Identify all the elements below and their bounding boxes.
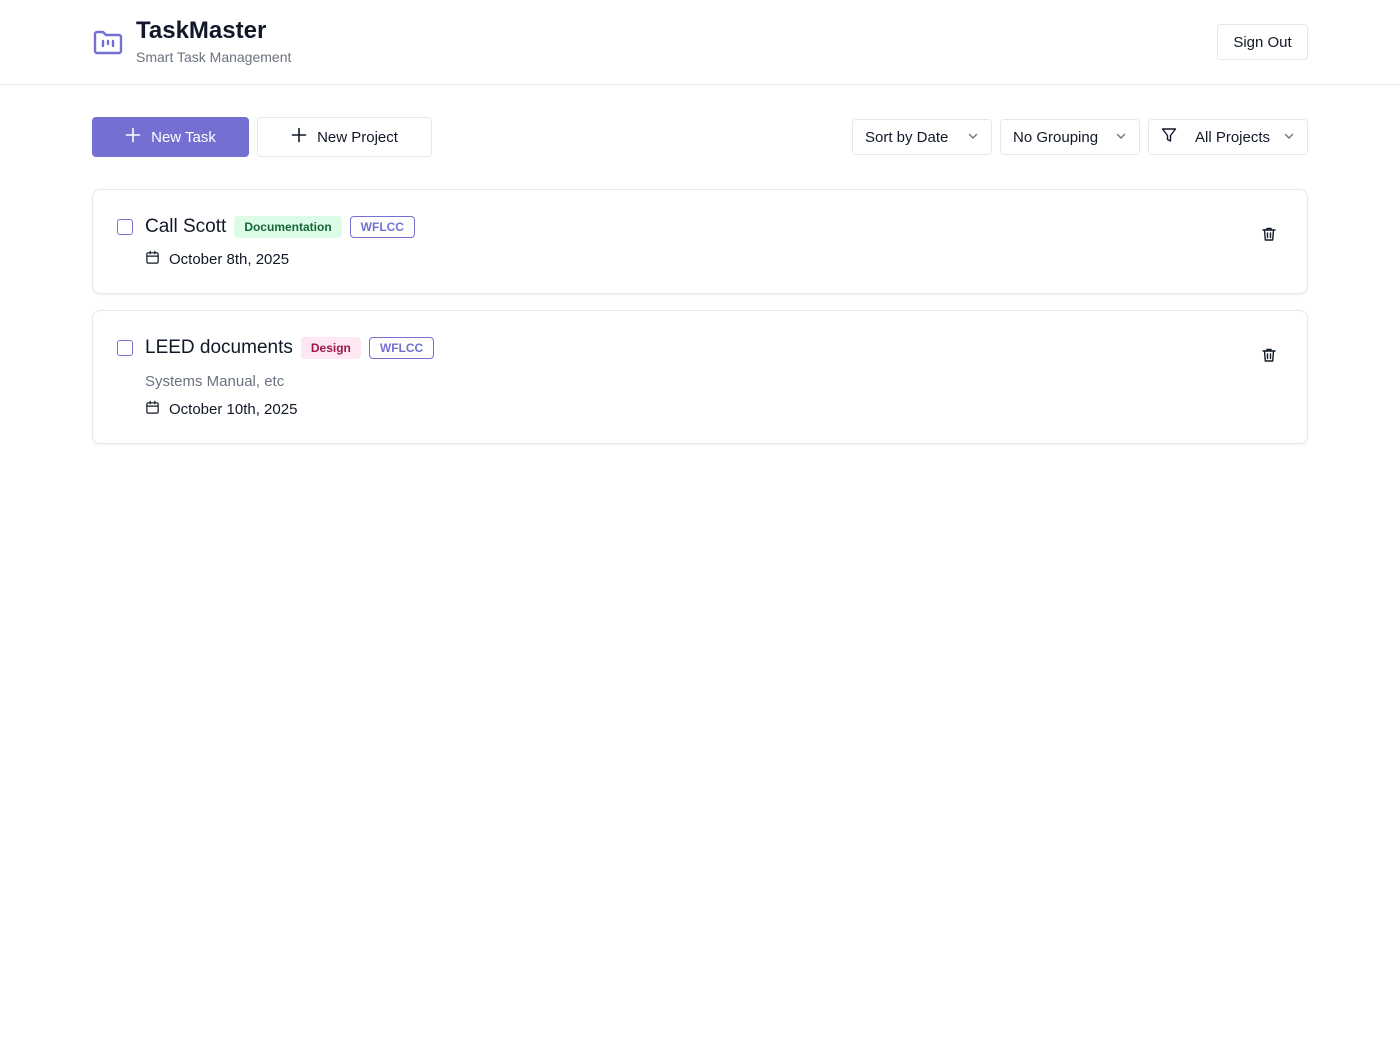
- task-list: Call Scott Documentation WFLCC October 8…: [0, 189, 1400, 444]
- app-header: TaskMaster Smart Task Management Sign Ou…: [0, 0, 1400, 85]
- project-filter-select[interactable]: All Projects: [1148, 119, 1308, 155]
- task-complete-checkbox[interactable]: [117, 340, 133, 356]
- sort-select-value: Sort by Date: [865, 128, 949, 146]
- calendar-icon: [145, 400, 160, 419]
- calendar-icon: [145, 250, 160, 269]
- task-complete-checkbox[interactable]: [117, 219, 133, 235]
- task-date-text: October 8th, 2025: [169, 251, 290, 268]
- task-title: LEED documents: [145, 337, 293, 358]
- task-due-date: October 8th, 2025: [145, 250, 1283, 269]
- brand: TaskMaster Smart Task Management: [92, 17, 291, 67]
- sort-select[interactable]: Sort by Date: [852, 119, 992, 155]
- filter-icon: [1161, 127, 1177, 147]
- chevron-down-icon: [1115, 129, 1127, 146]
- task-title: Call Scott: [145, 216, 227, 237]
- task-card: LEED documents Design WFLCC Systems Manu…: [92, 310, 1308, 444]
- chevron-down-icon: [967, 129, 979, 146]
- category-badge: Documentation: [234, 216, 342, 238]
- app-subtitle: Smart Task Management: [136, 49, 292, 65]
- app-title: TaskMaster: [136, 17, 267, 44]
- task-date-text: October 10th, 2025: [169, 401, 298, 418]
- new-project-label: New Project: [317, 128, 398, 146]
- folder-kanban-icon: [92, 26, 124, 58]
- trash-icon[interactable]: [1257, 222, 1281, 246]
- new-task-label: New Task: [151, 128, 216, 146]
- chevron-down-icon: [1283, 129, 1295, 146]
- task-description: Systems Manual, etc: [145, 373, 285, 390]
- trash-icon[interactable]: [1257, 343, 1281, 367]
- task-card: Call Scott Documentation WFLCC October 8…: [92, 189, 1308, 294]
- sign-out-button[interactable]: Sign Out: [1217, 24, 1308, 60]
- new-task-button[interactable]: New Task: [92, 117, 249, 157]
- plus-icon: [125, 127, 141, 147]
- project-badge: WFLCC: [368, 337, 435, 359]
- project-filter-value: All Projects: [1195, 128, 1271, 146]
- new-project-button[interactable]: New Project: [257, 117, 432, 157]
- task-due-date: October 10th, 2025: [145, 400, 1283, 419]
- toolbar: New Task New Project Sort by Date No Gro…: [0, 117, 1400, 157]
- grouping-select-value: No Grouping: [1013, 128, 1099, 146]
- plus-icon: [291, 127, 307, 147]
- project-badge: WFLCC: [349, 216, 415, 238]
- category-badge: Design: [300, 337, 361, 359]
- grouping-select[interactable]: No Grouping: [1000, 119, 1140, 155]
